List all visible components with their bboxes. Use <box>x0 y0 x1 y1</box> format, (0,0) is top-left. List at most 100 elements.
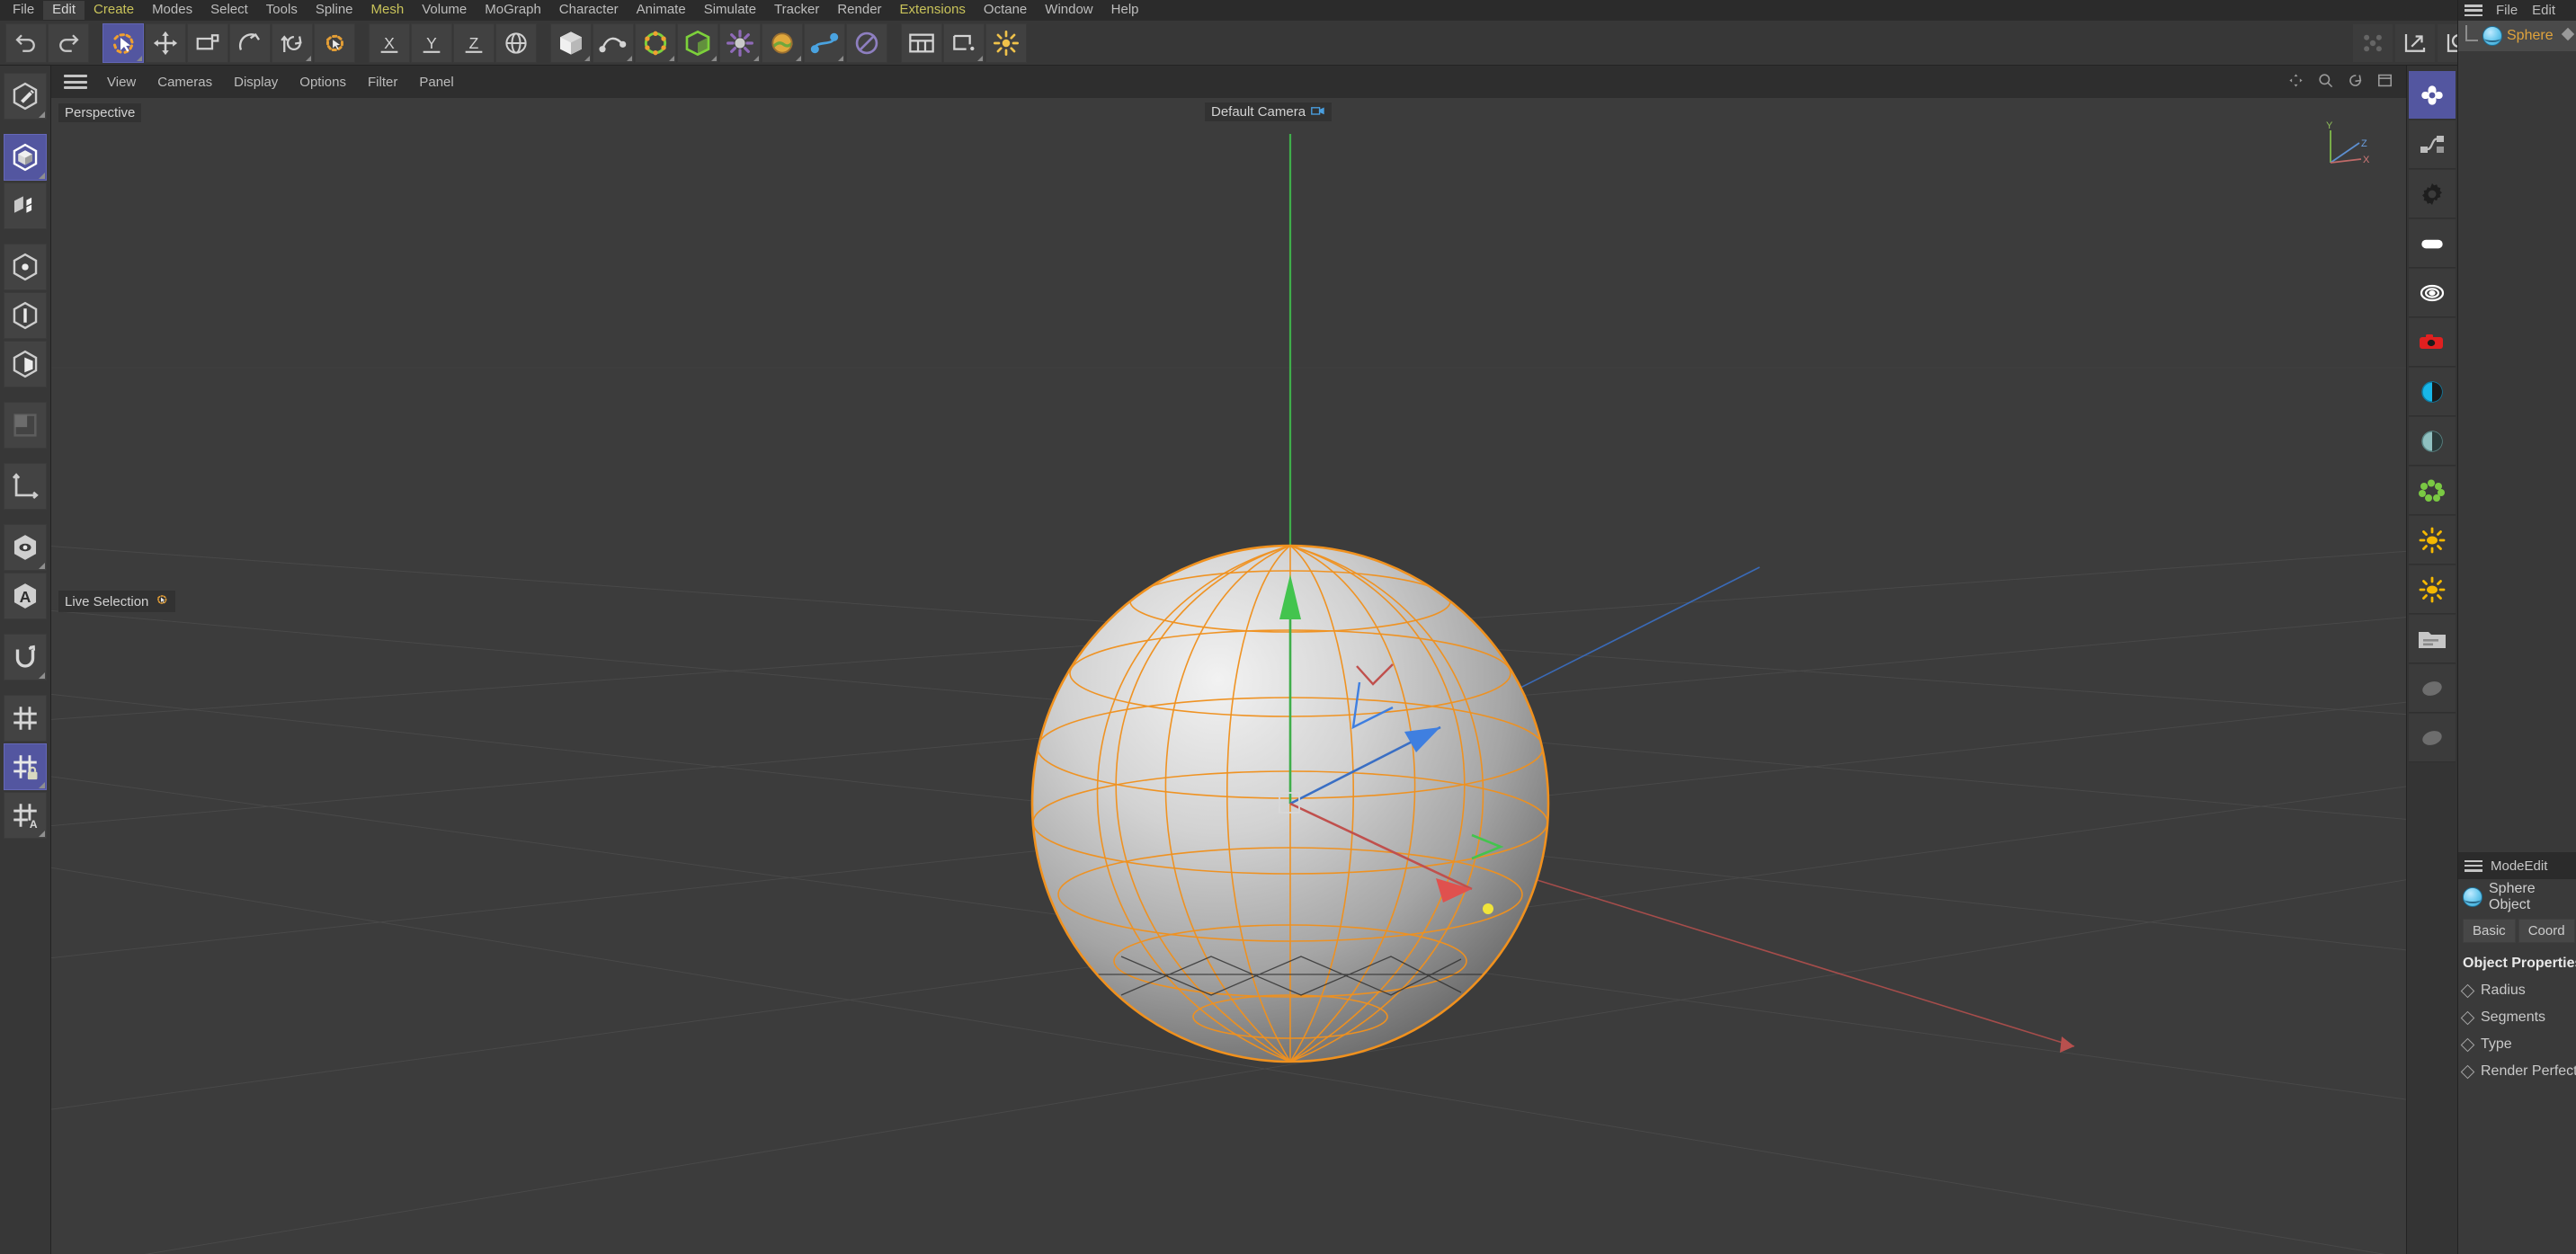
maximize-viewport-icon[interactable] <box>2376 72 2393 93</box>
menu-item-create[interactable]: Create <box>85 1 143 20</box>
cube-primitive-button[interactable] <box>550 22 592 63</box>
attribute-manager-menu-mode[interactable]: Mode <box>2491 858 2525 874</box>
menu-item-character[interactable]: Character <box>550 1 628 20</box>
object-mode-button[interactable] <box>4 182 47 229</box>
scale-tool-button[interactable] <box>187 22 228 63</box>
object-manager-menu-edit[interactable]: Edit <box>2525 2 2563 19</box>
enable-axis-modification-button[interactable] <box>2394 22 2436 63</box>
octane-node-editor-button[interactable] <box>2409 120 2456 169</box>
attribute-manager-hamburger-icon[interactable] <box>2465 859 2482 872</box>
menu-item-select[interactable]: Select <box>201 1 257 20</box>
octane-object-layer-button[interactable] <box>2409 714 2456 762</box>
octane-camera-button[interactable] <box>2409 318 2456 367</box>
octane-daylight-button[interactable] <box>2409 565 2456 614</box>
viewport-menu-cameras[interactable]: Cameras <box>147 73 223 92</box>
axis-x-lock-button[interactable]: X <box>369 22 410 63</box>
model-mode-button[interactable] <box>4 134 47 181</box>
dashed-circle-button[interactable] <box>314 22 355 63</box>
viewport-menu-display[interactable]: Display <box>223 73 289 92</box>
viewport-3d-canvas[interactable]: Perspective Default Camera Live Selectio… <box>51 98 2406 1254</box>
rotate-tool-button[interactable] <box>229 22 271 63</box>
object-row-sphere[interactable]: Sphere <box>2458 21 2576 51</box>
octane-object-tag-button[interactable] <box>2409 664 2456 713</box>
spline-pen-button[interactable] <box>593 22 634 63</box>
viewport-menu-filter[interactable]: Filter <box>357 73 408 92</box>
workplane-lock-button[interactable] <box>4 743 47 790</box>
deformer-button[interactable] <box>719 22 761 63</box>
viewport-menu-options[interactable]: Options <box>289 73 357 92</box>
make-editable-button[interactable] <box>4 73 47 120</box>
environment-button[interactable] <box>762 22 803 63</box>
live-selection-button[interactable] <box>103 22 144 63</box>
redo-button[interactable] <box>48 22 89 63</box>
attribute-tab-basic[interactable]: Basic <box>2463 919 2516 943</box>
menu-item-octane[interactable]: Octane <box>975 1 1036 20</box>
menu-item-help[interactable]: Help <box>1102 1 1148 20</box>
attribute-tab-coord[interactable]: Coord <box>2518 919 2575 943</box>
point-mode-button[interactable] <box>4 244 47 290</box>
render-picture-viewer-button[interactable] <box>943 22 985 63</box>
menu-item-extensions[interactable]: Extensions <box>891 1 975 20</box>
undo-button[interactable] <box>5 22 47 63</box>
snap-magnet-button[interactable] <box>4 634 47 680</box>
property-row[interactable]: Segments <box>2458 1004 2576 1031</box>
menu-item-volume[interactable]: Volume <box>413 1 476 20</box>
object-manager[interactable]: Sphere <box>2458 21 2576 852</box>
viewport-solo-button[interactable] <box>4 524 47 571</box>
axis-letter-button[interactable]: A <box>4 573 47 619</box>
animate-keyframe-icon[interactable] <box>2460 1037 2475 1052</box>
menu-item-window[interactable]: Window <box>1036 1 1101 20</box>
menu-item-edit[interactable]: Edit <box>43 1 85 20</box>
octane-light-button[interactable] <box>2409 219 2456 268</box>
nurbs-generator-button[interactable] <box>635 22 676 63</box>
octane-folder-button[interactable] <box>2409 615 2456 663</box>
texture-mode-button[interactable] <box>4 402 47 449</box>
world-coordinate-button[interactable] <box>495 22 537 63</box>
object-manager-menu-file[interactable]: File <box>2489 2 2525 19</box>
menu-item-animate[interactable]: Animate <box>628 1 695 20</box>
workplane-grid-button[interactable] <box>4 695 47 742</box>
rotate-viewport-icon[interactable] <box>2347 72 2364 93</box>
menu-item-file[interactable]: File <box>4 1 43 20</box>
menu-item-tracker[interactable]: Tracker <box>765 1 828 20</box>
workplane-auto-button[interactable]: A <box>4 792 47 839</box>
menu-item-simulate[interactable]: Simulate <box>695 1 765 20</box>
octane-live-viewer-button[interactable] <box>2409 71 2456 120</box>
property-row[interactable]: Type <box>2458 1031 2576 1058</box>
zoom-viewport-icon[interactable] <box>2317 72 2334 93</box>
axis-z-lock-button[interactable]: Z <box>453 22 495 63</box>
attribute-manager-menu-edit[interactable]: Edit <box>2525 858 2548 874</box>
object-tag-icon[interactable] <box>2560 26 2576 47</box>
animate-keyframe-icon[interactable] <box>2460 983 2475 998</box>
move-rotate-combo-button[interactable] <box>272 22 313 63</box>
menu-item-render[interactable]: Render <box>828 1 890 20</box>
polygon-mode-button[interactable] <box>4 341 47 387</box>
move-tool-button[interactable] <box>145 22 186 63</box>
octane-scatter-button[interactable] <box>2409 467 2456 515</box>
menu-item-tools[interactable]: Tools <box>257 1 307 20</box>
render-view-button[interactable] <box>901 22 942 63</box>
property-row[interactable]: Render Perfect <box>2458 1058 2576 1085</box>
property-row[interactable]: Radius <box>2458 977 2576 1004</box>
mograph-cloner-button[interactable] <box>804 22 845 63</box>
menu-item-spline[interactable]: Spline <box>307 1 362 20</box>
menu-item-mograph[interactable]: MoGraph <box>476 1 550 20</box>
render-settings-button[interactable] <box>985 22 1027 63</box>
scatter-points-button[interactable] <box>2352 22 2393 63</box>
array-modeling-button[interactable] <box>677 22 718 63</box>
octane-diffuse-material-button[interactable] <box>2409 368 2456 416</box>
xpresso-button[interactable] <box>846 22 887 63</box>
pan-viewport-icon[interactable] <box>2287 72 2304 93</box>
animate-keyframe-icon[interactable] <box>2460 1010 2475 1025</box>
octane-target-button[interactable] <box>2409 269 2456 317</box>
viewport-hamburger-icon[interactable] <box>64 75 87 89</box>
octane-settings-gear-button[interactable] <box>2409 170 2456 218</box>
octane-sun-button[interactable] <box>2409 516 2456 565</box>
axis-y-lock-button[interactable]: Y <box>411 22 452 63</box>
viewport-menu-panel[interactable]: Panel <box>408 73 464 92</box>
workplane-axis-button[interactable] <box>4 463 47 510</box>
animate-keyframe-icon[interactable] <box>2460 1064 2475 1079</box>
edge-mode-button[interactable] <box>4 292 47 339</box>
viewport-menu-view[interactable]: View <box>96 73 147 92</box>
menu-item-modes[interactable]: Modes <box>143 1 201 20</box>
